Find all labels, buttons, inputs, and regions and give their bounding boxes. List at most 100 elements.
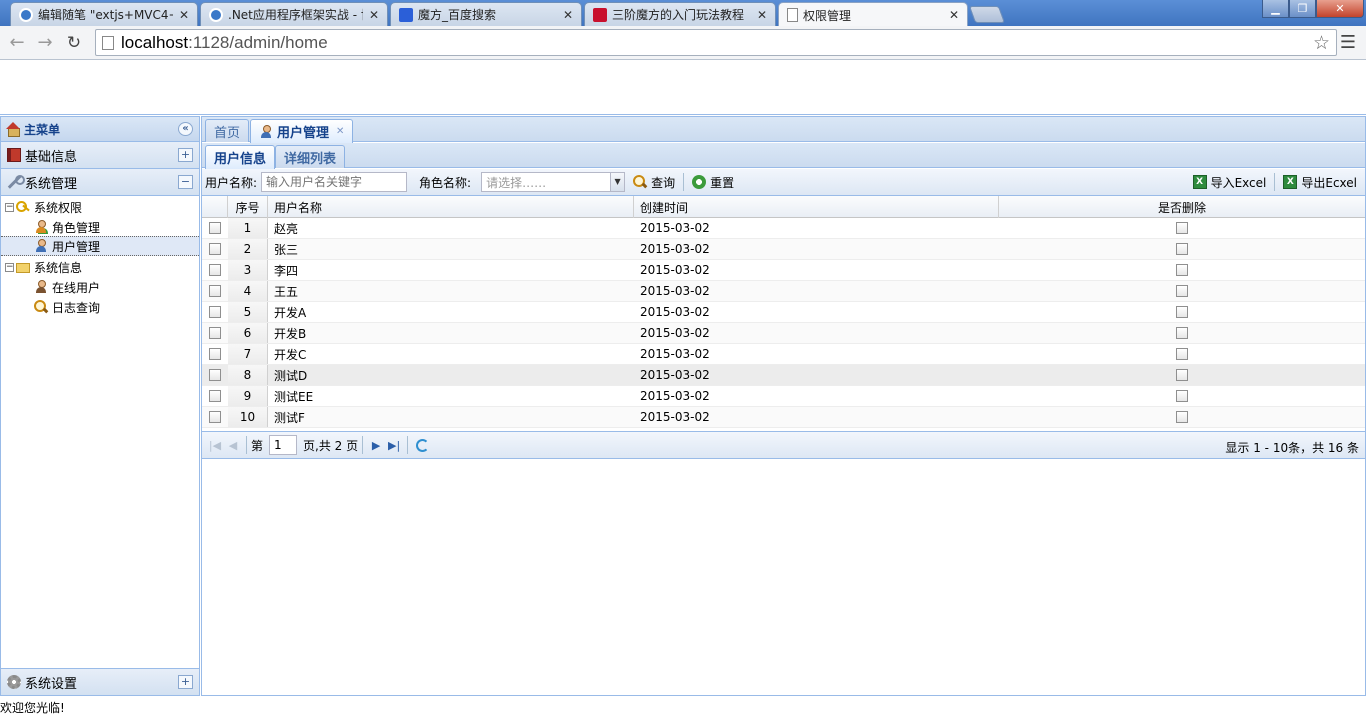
tab-home[interactable]: 首页 — [205, 119, 250, 142]
first-page-icon[interactable]: |◀ — [206, 439, 224, 452]
deleted-checkbox[interactable] — [1176, 264, 1188, 276]
row-select-cell[interactable] — [202, 302, 228, 322]
chevron-down-icon[interactable]: ▼ — [610, 172, 626, 192]
row-checkbox[interactable] — [209, 411, 221, 423]
expand-icon[interactable]: + — [178, 675, 193, 689]
row-checkbox[interactable] — [209, 390, 221, 402]
browser-tab-4[interactable]: 权限管理 ✕ — [778, 2, 968, 27]
deleted-checkbox[interactable] — [1176, 348, 1188, 360]
tree-node-system-permissions[interactable]: − 系统权限 — [1, 197, 199, 217]
next-page-icon[interactable]: ▶ — [367, 439, 385, 452]
browser-tab-1[interactable]: .Net应用程序框架实战 - 博 ✕ — [200, 2, 388, 26]
row-select-cell[interactable] — [202, 218, 228, 238]
tree-expander-icon[interactable]: − — [5, 202, 14, 212]
deleted-checkbox[interactable] — [1176, 390, 1188, 402]
tree-node-online-users[interactable]: 在线用户 — [1, 277, 199, 297]
row-select-cell[interactable] — [202, 239, 228, 259]
accordion-basic-info[interactable]: 基础信息 + — [1, 142, 199, 169]
table-row[interactable]: 9 测试EE 2015-03-02 — [202, 386, 1365, 407]
back-button[interactable]: ← — [6, 32, 28, 54]
tab-user-info[interactable]: 用户信息 — [205, 145, 276, 169]
deleted-checkbox[interactable] — [1176, 285, 1188, 297]
row-select-cell[interactable] — [202, 407, 228, 427]
table-row[interactable]: 10 测试F 2015-03-02 — [202, 407, 1365, 428]
close-icon[interactable]: ✕ — [947, 8, 961, 22]
table-row[interactable]: 6 开发B 2015-03-02 — [202, 323, 1365, 344]
minimize-button[interactable]: ▁ — [1262, 0, 1289, 18]
row-checkbox[interactable] — [209, 306, 221, 318]
collapse-icon[interactable]: − — [178, 175, 193, 189]
tree-node-system-info[interactable]: − 系统信息 — [1, 257, 199, 277]
row-checkbox[interactable] — [209, 285, 221, 297]
row-checkbox[interactable] — [209, 348, 221, 360]
browser-tab-3[interactable]: 三阶魔方的入门玩法教程 ✕ — [584, 2, 776, 26]
table-row[interactable]: 2 张三 2015-03-02 — [202, 239, 1365, 260]
new-tab-button[interactable] — [968, 6, 1006, 23]
expand-icon[interactable]: + — [178, 148, 193, 162]
row-number-cell: 7 — [228, 344, 268, 364]
role-select[interactable]: 请选择…… ▼ — [481, 172, 626, 192]
row-checkbox[interactable] — [209, 222, 221, 234]
deleted-checkbox[interactable] — [1176, 411, 1188, 423]
row-checkbox[interactable] — [209, 243, 221, 255]
row-checkbox[interactable] — [209, 327, 221, 339]
column-header-deleted[interactable]: 是否删除 — [999, 196, 1365, 218]
header-checkbox-cell[interactable] — [202, 196, 228, 218]
browser-tab-0[interactable]: 编辑随笔 "extjs+MVC4+ ✕ — [10, 2, 198, 26]
deleted-checkbox[interactable] — [1176, 327, 1188, 339]
import-excel-button[interactable]: X 导入Excel — [1189, 171, 1271, 193]
maximize-button[interactable]: ❐ — [1289, 0, 1316, 18]
accordion-system-management[interactable]: 系统管理 − — [1, 169, 199, 196]
browser-tab-2[interactable]: 魔方_百度搜索 ✕ — [390, 2, 582, 26]
close-icon[interactable]: ✕ — [755, 8, 769, 22]
tree-node-log-query[interactable]: 日志查询 — [1, 297, 199, 317]
close-icon[interactable]: ✕ — [561, 8, 575, 22]
row-select-cell[interactable] — [202, 344, 228, 364]
column-header-no[interactable]: 序号 — [228, 196, 268, 218]
username-search-input[interactable] — [261, 172, 408, 192]
collapse-panel-icon[interactable]: « — [178, 122, 193, 136]
tree-node-role-management[interactable]: 角色管理 — [1, 217, 199, 237]
reset-button[interactable]: 重置 — [688, 171, 738, 193]
close-icon[interactable]: ✕ — [367, 8, 381, 22]
tab-user-management[interactable]: 用户管理 ✕ — [250, 119, 354, 143]
close-tab-icon[interactable]: ✕ — [336, 126, 344, 137]
tab-detail-list[interactable]: 详细列表 — [275, 145, 346, 168]
page-number-input[interactable]: 1 — [269, 435, 298, 455]
row-checkbox[interactable] — [209, 369, 221, 381]
table-row[interactable]: 1 赵亮 2015-03-02 — [202, 218, 1365, 239]
row-select-cell[interactable] — [202, 386, 228, 406]
search-button[interactable]: 查询 — [629, 171, 679, 193]
tree-expander-icon[interactable]: − — [5, 262, 14, 272]
address-bar[interactable]: localhost:1128/admin/home ☆ — [95, 29, 1337, 56]
deleted-checkbox[interactable] — [1176, 306, 1188, 318]
row-select-cell[interactable] — [202, 281, 228, 301]
row-select-cell[interactable] — [202, 260, 228, 280]
row-select-cell[interactable] — [202, 323, 228, 343]
column-header-created[interactable]: 创建时间 — [634, 196, 999, 218]
close-icon[interactable]: ✕ — [177, 8, 191, 22]
url-path: :1128/admin/home — [188, 32, 328, 52]
table-row[interactable]: 8 测试D 2015-03-02 — [202, 365, 1365, 386]
accordion-system-settings[interactable]: 系统设置 + — [1, 668, 199, 695]
refresh-icon[interactable] — [416, 438, 430, 452]
table-row[interactable]: 4 王五 2015-03-02 — [202, 281, 1365, 302]
prev-page-icon[interactable]: ◀ — [224, 439, 242, 452]
reload-button[interactable]: ↻ — [63, 32, 85, 54]
forward-button[interactable]: → — [34, 32, 56, 54]
last-page-icon[interactable]: ▶| — [385, 439, 403, 452]
row-checkbox[interactable] — [209, 264, 221, 276]
column-header-username[interactable]: 用户名称 — [268, 196, 634, 218]
deleted-checkbox[interactable] — [1176, 243, 1188, 255]
menu-icon[interactable]: ☰ — [1340, 32, 1356, 53]
deleted-checkbox[interactable] — [1176, 369, 1188, 381]
close-window-button[interactable]: ✕ — [1316, 0, 1364, 18]
bookmark-star-icon[interactable]: ☆ — [1313, 32, 1330, 54]
tree-node-user-management[interactable]: 用户管理 — [1, 236, 199, 256]
table-row[interactable]: 3 李四 2015-03-02 — [202, 260, 1365, 281]
table-row[interactable]: 7 开发C 2015-03-02 — [202, 344, 1365, 365]
row-select-cell[interactable] — [202, 365, 228, 385]
export-excel-button[interactable]: X 导出Ecxel — [1279, 171, 1361, 193]
deleted-checkbox[interactable] — [1176, 222, 1188, 234]
table-row[interactable]: 5 开发A 2015-03-02 — [202, 302, 1365, 323]
